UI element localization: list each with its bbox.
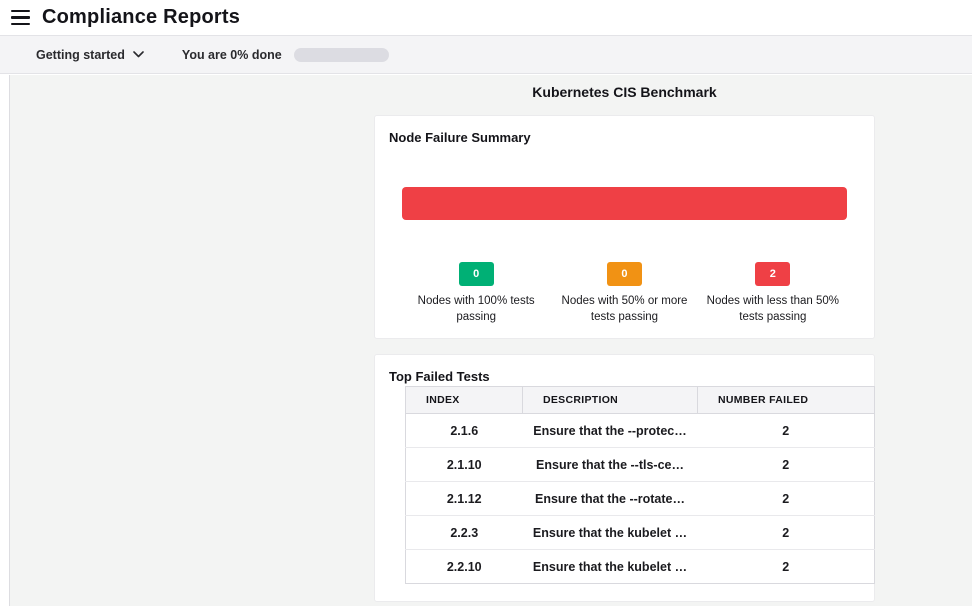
stat-label: Nodes with 100% tests passing	[402, 293, 550, 325]
cell-description: Ensure that the --tls-ce…	[523, 448, 698, 482]
top-header: Compliance Reports	[0, 0, 972, 35]
table-row[interactable]: 2.1.6 Ensure that the --protec… 2	[406, 414, 875, 448]
node-failure-summary-title: Node Failure Summary	[389, 130, 860, 145]
cell-number-failed: 2	[698, 414, 875, 448]
count-badge-orange: 0	[607, 262, 642, 286]
count-badge-green: 0	[459, 262, 494, 286]
cell-index: 2.1.12	[406, 482, 523, 516]
cell-description: Ensure that the --protec…	[523, 414, 698, 448]
stat-passing-50-plus: 0 Nodes with 50% or more tests passing	[550, 262, 698, 325]
top-failed-tests-title: Top Failed Tests	[389, 369, 860, 384]
table-row[interactable]: 2.1.12 Ensure that the --rotate… 2	[406, 482, 875, 516]
cell-number-failed: 2	[698, 516, 875, 550]
top-failed-tests-table: INDEX DESCRIPTION NUMBER FAILED 2.1.6 En…	[405, 386, 875, 584]
cell-index: 2.2.10	[406, 550, 523, 584]
cell-description: Ensure that the --rotate…	[523, 482, 698, 516]
column-header-number-failed[interactable]: NUMBER FAILED	[698, 387, 875, 414]
bar-segment-failing	[402, 187, 847, 220]
progress-status-text: You are 0% done	[182, 48, 282, 62]
cell-index: 2.1.6	[406, 414, 523, 448]
node-failure-stats: 0 Nodes with 100% tests passing 0 Nodes …	[402, 262, 847, 325]
table-header-row: INDEX DESCRIPTION NUMBER FAILED	[406, 387, 875, 414]
page-title: Compliance Reports	[42, 6, 240, 29]
stat-label: Nodes with 50% or more tests passing	[550, 293, 698, 325]
table-row[interactable]: 2.1.10 Ensure that the --tls-ce… 2	[406, 448, 875, 482]
collapsed-side-rail	[0, 75, 10, 606]
cell-number-failed: 2	[698, 482, 875, 516]
stat-passing-below-50: 2 Nodes with less than 50% tests passing	[699, 262, 847, 325]
getting-started-banner: Getting started You are 0% done	[0, 35, 972, 74]
top-failed-tests-card: Top Failed Tests INDEX DESCRIPTION NUMBE…	[374, 354, 875, 602]
cell-description: Ensure that the kubelet …	[523, 516, 698, 550]
cell-number-failed: 2	[698, 448, 875, 482]
main-content: Kubernetes CIS Benchmark Node Failure Su…	[0, 75, 972, 606]
stat-label: Nodes with less than 50% tests passing	[699, 293, 847, 325]
table-row[interactable]: 2.2.3 Ensure that the kubelet … 2	[406, 516, 875, 550]
column-header-index[interactable]: INDEX	[406, 387, 523, 414]
progress-bar	[294, 48, 389, 62]
getting-started-label: Getting started	[36, 48, 125, 62]
table-row[interactable]: 2.2.10 Ensure that the kubelet … 2	[406, 550, 875, 584]
report-column: Kubernetes CIS Benchmark Node Failure Su…	[374, 75, 875, 602]
getting-started-dropdown[interactable]: Getting started	[36, 48, 144, 62]
cell-index: 2.1.10	[406, 448, 523, 482]
node-failure-bar-chart	[402, 187, 847, 220]
cell-description: Ensure that the kubelet …	[523, 550, 698, 584]
column-header-description[interactable]: DESCRIPTION	[523, 387, 698, 414]
count-badge-red: 2	[755, 262, 790, 286]
stat-passing-100: 0 Nodes with 100% tests passing	[402, 262, 550, 325]
cell-number-failed: 2	[698, 550, 875, 584]
compliance-reports-page: Compliance Reports Getting started You a…	[0, 0, 972, 606]
cell-index: 2.2.3	[406, 516, 523, 550]
benchmark-title: Kubernetes CIS Benchmark	[374, 84, 875, 100]
chevron-down-icon	[133, 51, 144, 58]
hamburger-icon[interactable]	[8, 7, 34, 29]
node-failure-summary-card: Node Failure Summary 0 Nodes with 100% t…	[374, 115, 875, 339]
